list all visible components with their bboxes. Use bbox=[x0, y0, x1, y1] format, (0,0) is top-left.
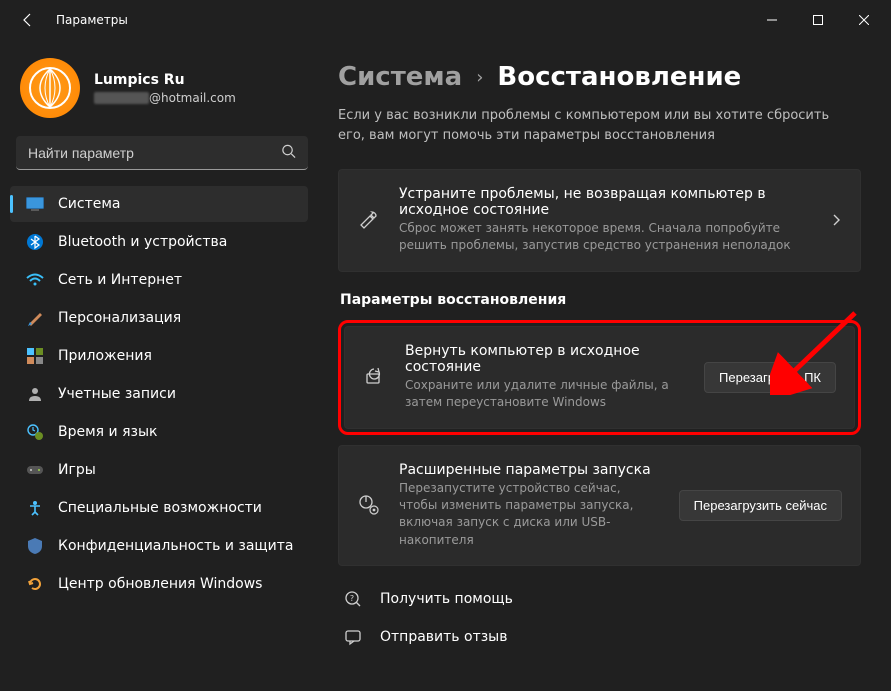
back-button[interactable] bbox=[18, 10, 38, 30]
close-button[interactable] bbox=[841, 4, 887, 36]
chevron-right-icon bbox=[830, 211, 842, 230]
search-icon bbox=[281, 143, 296, 162]
accessibility-icon bbox=[26, 499, 44, 517]
power-gear-icon bbox=[357, 494, 381, 516]
system-icon bbox=[26, 195, 44, 213]
card-title: Вернуть компьютер в исходное состояние bbox=[405, 343, 686, 375]
nav-list: Система Bluetooth и устройства Сеть и Ин… bbox=[10, 186, 320, 602]
nav-label: Конфиденциальность и защита bbox=[58, 538, 293, 554]
sidebar: Lumpics Ru @hotmail.com Система bbox=[0, 40, 320, 691]
nav-system[interactable]: Система bbox=[10, 186, 308, 222]
card-subtitle: Перезапустите устройство сейчас, чтобы и… bbox=[399, 480, 661, 550]
clock-globe-icon bbox=[26, 423, 44, 441]
search-input[interactable] bbox=[28, 145, 272, 161]
nav-personalization[interactable]: Персонализация bbox=[10, 300, 308, 336]
wifi-icon bbox=[26, 271, 44, 289]
nav-accounts[interactable]: Учетные записи bbox=[10, 376, 308, 412]
update-icon bbox=[26, 575, 44, 593]
give-feedback-link[interactable]: Отправить отзыв bbox=[338, 622, 861, 652]
nav-update[interactable]: Центр обновления Windows bbox=[10, 566, 308, 602]
app-title: Параметры bbox=[56, 13, 128, 27]
breadcrumb-parent[interactable]: Система bbox=[338, 62, 462, 92]
page-title: Восстановление bbox=[497, 62, 741, 92]
feedback-icon bbox=[342, 628, 364, 646]
card-troubleshoot[interactable]: Устраните проблемы, не возвращая компьют… bbox=[338, 169, 861, 272]
card-advanced-startup: Расширенные параметры запуска Перезапуст… bbox=[338, 445, 861, 567]
minimize-button[interactable] bbox=[749, 4, 795, 36]
accounts-icon bbox=[26, 385, 44, 403]
brush-icon bbox=[26, 309, 44, 327]
avatar bbox=[20, 58, 80, 118]
card-subtitle: Сброс может занять некоторое время. Снач… bbox=[399, 220, 812, 255]
nav-label: Персонализация bbox=[58, 310, 181, 326]
search-box[interactable] bbox=[16, 136, 308, 170]
footer-link-label: Отправить отзыв bbox=[380, 629, 507, 645]
nav-network[interactable]: Сеть и Интернет bbox=[10, 262, 308, 298]
nav-label: Приложения bbox=[58, 348, 152, 364]
page-description: Если у вас возникли проблемы с компьютер… bbox=[338, 106, 838, 145]
nav-apps[interactable]: Приложения bbox=[10, 338, 308, 374]
nav-label: Игры bbox=[58, 462, 96, 478]
nav-label: Специальные возможности bbox=[58, 500, 262, 516]
nav-label: Центр обновления Windows bbox=[58, 576, 262, 592]
reset-icon bbox=[363, 366, 387, 388]
get-help-link[interactable]: ? Получить помощь bbox=[338, 584, 861, 614]
card-subtitle: Сохраните или удалите личные файлы, а за… bbox=[405, 377, 686, 412]
apps-icon bbox=[26, 347, 44, 365]
section-title: Параметры восстановления bbox=[340, 292, 861, 308]
card-title: Расширенные параметры запуска bbox=[399, 462, 661, 478]
breadcrumb: Система › Восстановление bbox=[338, 62, 861, 92]
svg-text:?: ? bbox=[350, 594, 354, 603]
highlight-annotation: Вернуть компьютер в исходное состояние С… bbox=[338, 320, 861, 435]
restart-now-button[interactable]: Перезагрузить сейчас bbox=[679, 490, 842, 521]
reset-pc-button[interactable]: Перезагрузка ПК bbox=[704, 362, 836, 393]
gaming-icon bbox=[26, 461, 44, 479]
profile-email: @hotmail.com bbox=[94, 91, 236, 105]
profile-block[interactable]: Lumpics Ru @hotmail.com bbox=[10, 50, 320, 136]
bluetooth-icon bbox=[26, 233, 44, 251]
nav-bluetooth[interactable]: Bluetooth и устройства bbox=[10, 224, 308, 260]
card-title: Устраните проблемы, не возвращая компьют… bbox=[399, 186, 812, 218]
nav-timelang[interactable]: Время и язык bbox=[10, 414, 308, 450]
main-content: Система › Восстановление Если у вас возн… bbox=[320, 40, 891, 691]
nav-label: Время и язык bbox=[58, 424, 157, 440]
profile-email-redacted bbox=[94, 92, 149, 104]
nav-label: Система bbox=[58, 196, 120, 212]
footer-link-label: Получить помощь bbox=[380, 591, 513, 607]
nav-privacy[interactable]: Конфиденциальность и защита bbox=[10, 528, 308, 564]
nav-label: Учетные записи bbox=[58, 386, 176, 402]
nav-label: Сеть и Интернет bbox=[58, 272, 182, 288]
chevron-right-icon: › bbox=[476, 67, 483, 88]
titlebar: Параметры bbox=[0, 0, 891, 40]
help-icon: ? bbox=[342, 590, 364, 608]
nav-gaming[interactable]: Игры bbox=[10, 452, 308, 488]
shield-icon bbox=[26, 537, 44, 555]
card-reset-pc: Вернуть компьютер в исходное состояние С… bbox=[344, 326, 855, 429]
nav-accessibility[interactable]: Специальные возможности bbox=[10, 490, 308, 526]
nav-label: Bluetooth и устройства bbox=[58, 234, 227, 250]
maximize-button[interactable] bbox=[795, 4, 841, 36]
wrench-icon bbox=[357, 209, 381, 231]
profile-name: Lumpics Ru bbox=[94, 72, 236, 88]
